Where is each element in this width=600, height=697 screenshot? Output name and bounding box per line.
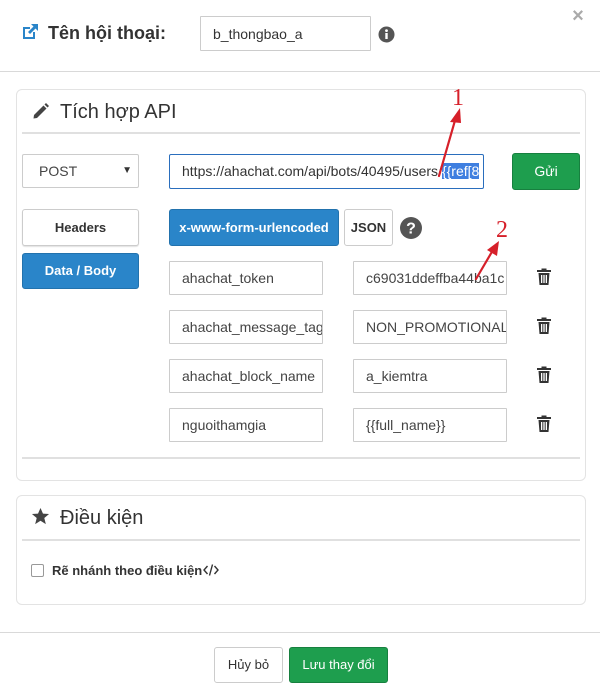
external-link-icon xyxy=(23,24,38,39)
url-selected-text: {{ref[8 xyxy=(441,163,480,179)
send-button[interactable]: Gửi xyxy=(512,153,580,190)
caret-down-icon: ▼ xyxy=(122,165,132,176)
trash-icon[interactable] xyxy=(536,317,552,335)
header-divider xyxy=(0,71,600,72)
code-icon xyxy=(203,564,219,576)
pencil-icon xyxy=(33,103,49,119)
question-circle-icon[interactable]: ? xyxy=(399,216,423,240)
annotation-number-1: 1 xyxy=(452,85,464,111)
svg-text:?: ? xyxy=(406,221,416,238)
param-key-input[interactable]: ahachat_block_name xyxy=(169,359,323,393)
cancel-button[interactable]: Hủy bỏ xyxy=(214,647,283,683)
param-key-input[interactable]: ahachat_message_tag xyxy=(169,310,323,344)
annotation-number-2: 2 xyxy=(496,217,508,243)
param-key-input[interactable]: ahachat_token xyxy=(169,261,323,295)
info-circle-icon[interactable] xyxy=(378,26,395,43)
api-url-input[interactable]: https://ahachat.com/api/bots/40495/users… xyxy=(169,154,484,189)
format-form-urlencoded-button[interactable]: x-www-form-urlencoded xyxy=(169,209,339,246)
dialog-title: Tên hội thoại: xyxy=(48,23,166,43)
star-icon xyxy=(31,507,50,525)
branch-condition-checkbox[interactable] xyxy=(31,564,44,577)
tab-data-body[interactable]: Data / Body xyxy=(22,253,139,289)
condition-section-divider xyxy=(22,539,580,541)
api-section-bottom-divider xyxy=(22,457,580,459)
trash-icon[interactable] xyxy=(536,268,552,286)
param-key-input[interactable]: nguoithamgia xyxy=(169,408,323,442)
condition-section-title: Điều kiện xyxy=(60,507,144,529)
conversation-name-input[interactable] xyxy=(200,16,371,51)
tab-headers[interactable]: Headers xyxy=(22,209,139,246)
param-value-input[interactable]: c69031ddeffba44ba1c xyxy=(353,261,507,295)
trash-icon[interactable] xyxy=(536,415,552,433)
api-section-divider xyxy=(22,132,580,134)
url-text: https://ahachat.com/api/bots/40495/users… xyxy=(182,163,442,179)
param-value-input[interactable]: NON_PROMOTIONAL_ xyxy=(353,310,507,344)
api-section-title: Tích hợp API xyxy=(60,101,177,123)
close-icon[interactable]: × xyxy=(568,6,588,26)
param-value-input[interactable]: a_kiemtra xyxy=(353,359,507,393)
trash-icon[interactable] xyxy=(536,366,552,384)
save-changes-button[interactable]: Lưu thay đổi xyxy=(289,647,388,683)
branch-condition-label: Rẽ nhánh theo điều kiện xyxy=(52,563,203,578)
http-method-select[interactable]: POST ▼ xyxy=(22,154,139,188)
param-value-input[interactable]: {{full_name}} xyxy=(353,408,507,442)
footer-divider xyxy=(0,632,600,633)
format-json-button[interactable]: JSON xyxy=(344,209,393,246)
http-method-value: POST xyxy=(39,163,78,179)
